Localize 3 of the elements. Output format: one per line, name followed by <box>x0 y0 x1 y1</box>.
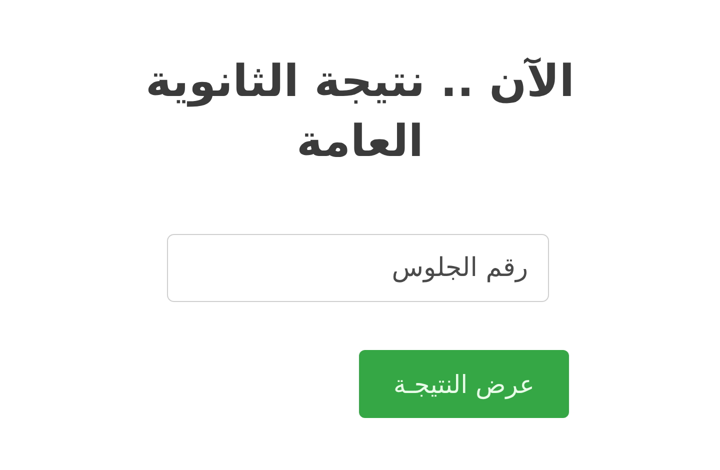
page-heading: الآن .. نتيجة الثانوية العامة <box>144 55 576 169</box>
show-result-button[interactable]: عرض النتيجـة <box>359 350 569 418</box>
seat-number-field[interactable]: رقم الجلوس <box>167 234 549 302</box>
